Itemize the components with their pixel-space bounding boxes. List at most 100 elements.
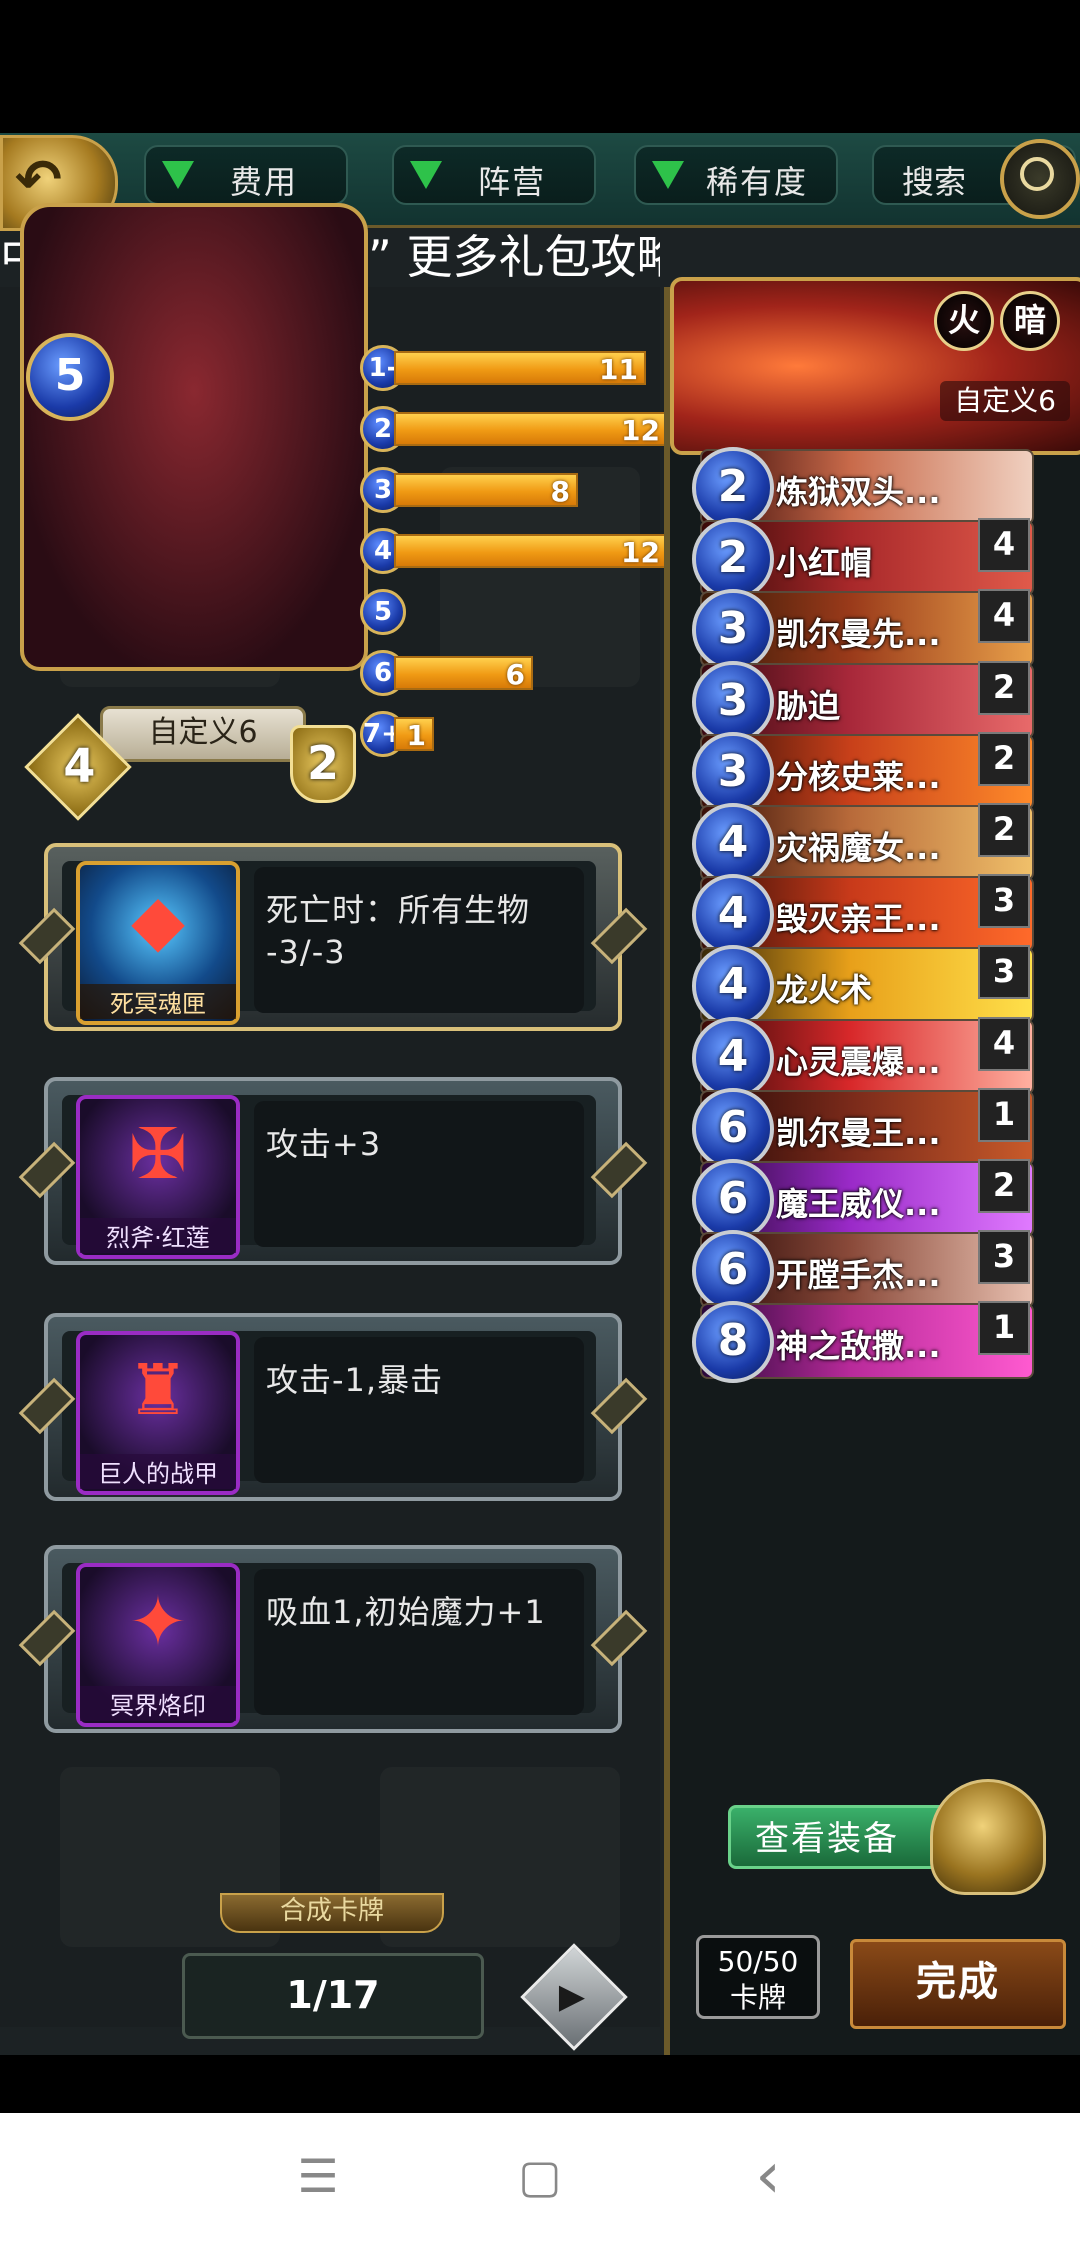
curve-count: 1: [406, 719, 426, 752]
curve-row: 5: [360, 589, 640, 635]
hero-attack-value: 4: [63, 738, 96, 793]
card-mana-cost: 4: [692, 1017, 774, 1099]
curve-row: 7+ 1: [360, 711, 640, 757]
equipment-description: 攻击-1,暴击: [254, 1337, 584, 1483]
equipment-icon: ✠ 烈斧·红莲: [76, 1095, 240, 1259]
card-mana-cost: 3: [692, 661, 774, 743]
equipment-slot[interactable]: ◆ 死冥魂匣 死亡时：所有生物 -3/-3: [18, 843, 648, 1031]
back-nav-icon[interactable]: ‹: [728, 2141, 808, 2211]
curve-count: 11: [599, 353, 638, 386]
deck-card[interactable]: 2 小红帽 4: [692, 518, 1034, 600]
done-button[interactable]: 完成: [850, 1939, 1066, 2029]
card-name: 魔王威仪...: [776, 1185, 941, 1223]
equipment-name: 巨人的战甲: [80, 1454, 236, 1489]
card-copy-count: 2: [978, 661, 1030, 715]
equipment-glyph: ◆: [131, 879, 185, 961]
equipment-slot[interactable]: ✦ 冥界烙印 吸血1,初始魔力+1: [18, 1545, 648, 1733]
filter-rarity-button[interactable]: 稀有度: [634, 145, 838, 205]
curve-row: 2 12: [360, 406, 668, 452]
equipment-name: 死冥魂匣: [80, 984, 236, 1019]
dropdown-triangle-icon: [162, 161, 194, 189]
card-count-label: 卡牌: [729, 1981, 786, 2014]
equipment-glyph: ✠: [128, 1113, 188, 1195]
hero-portrait[interactable]: [20, 203, 368, 671]
magnifier-icon: [1000, 139, 1080, 219]
deck-card[interactable]: 6 魔王威仪... 2: [692, 1159, 1034, 1241]
card-copy-count: 4: [978, 518, 1030, 572]
equipment-description: 死亡时：所有生物 -3/-3: [254, 867, 584, 1013]
card-mana-cost: 6: [692, 1159, 774, 1241]
card-name: 开膛手杰...: [776, 1256, 941, 1294]
equipment-slot[interactable]: ♜ 巨人的战甲 攻击-1,暴击: [18, 1313, 648, 1501]
menu-icon[interactable]: ☰: [278, 2141, 358, 2211]
card-mana-cost: 6: [692, 1088, 774, 1170]
card-copy-count: 4: [978, 589, 1030, 643]
card-name: 龙火术: [776, 971, 873, 1009]
filter-cost-label: 费用: [230, 163, 299, 201]
card-name: 心灵震爆...: [776, 1043, 941, 1081]
page-indicator: 1/17: [182, 1953, 484, 2039]
deck-card[interactable]: 8 神之敌撒... 1: [692, 1301, 1034, 1383]
deck-hero-banner: 火 暗: [670, 277, 1080, 455]
curve-bar: 8: [394, 473, 578, 508]
curve-bar: 11: [394, 351, 646, 386]
filter-faction-button[interactable]: 阵营: [392, 145, 596, 205]
hero-health-gem: 2: [290, 725, 356, 803]
card-name: 凯尔曼王...: [776, 1114, 941, 1152]
deck-card[interactable]: 4 灾祸魔女... 2: [692, 803, 1034, 885]
curve-bar: 12: [394, 412, 668, 447]
element-fire-icon: 火: [934, 291, 994, 351]
card-name: 毁灭亲王...: [776, 900, 941, 938]
filter-cost-button[interactable]: 费用: [144, 145, 348, 205]
deck-card[interactable]: 6 开膛手杰... 3: [692, 1230, 1034, 1312]
status-area: [0, 0, 1080, 133]
deck-card[interactable]: 3 凯尔曼先... 4: [692, 589, 1034, 671]
search-button[interactable]: 搜索: [872, 139, 1080, 219]
card-mana-cost: 2: [692, 447, 774, 529]
deck-hero-name: 自定义6: [940, 381, 1070, 421]
dropdown-triangle-icon: [410, 161, 442, 189]
equipment-name: 冥界烙印: [80, 1686, 236, 1721]
card-name: 凯尔曼先...: [776, 615, 941, 653]
curve-count: 12: [621, 536, 660, 569]
hero-name-plate: 自定义6: [100, 706, 306, 762]
equipment-name: 烈斧·红莲: [80, 1218, 236, 1253]
card-name: 胁迫: [776, 687, 841, 725]
curve-bar: 6: [394, 656, 533, 691]
card-copy-count: 1: [978, 1088, 1030, 1142]
deck-editor: ↶ 费用 阵营 稀有度 搜索 中国加油武汉加油” 更多礼包攻略请关注公众 5 自…: [0, 133, 1080, 2055]
curve-cost-icon: 5: [360, 589, 406, 635]
card-mana-cost: 4: [692, 945, 774, 1027]
deck-card[interactable]: 2 炼狱双头...: [692, 447, 1034, 529]
curve-bar: 12: [394, 534, 668, 569]
card-copy-count: 2: [978, 1159, 1030, 1213]
hero-mana-gem: 5: [26, 333, 114, 421]
compose-cards-tab[interactable]: 合成卡牌: [220, 1893, 444, 1933]
element-dark-icon: 暗: [1000, 291, 1060, 351]
card-mana-cost: 6: [692, 1230, 774, 1312]
next-arrow-icon: ▶: [558, 1976, 586, 2017]
deck-card-count: 50/50 卡牌: [696, 1935, 820, 2019]
deck-card[interactable]: 3 分核史莱... 2: [692, 732, 1034, 814]
deck-card[interactable]: 4 毁灭亲王... 3: [692, 874, 1034, 956]
curve-count: 8: [550, 475, 570, 508]
equipment-icon: ♜ 巨人的战甲: [76, 1331, 240, 1495]
deck-card[interactable]: 4 龙火术 3: [692, 945, 1034, 1027]
home-icon[interactable]: ▢: [500, 2141, 580, 2211]
deck-card[interactable]: 4 心灵震爆... 4: [692, 1017, 1034, 1099]
equipment-icon: ✦ 冥界烙印: [76, 1563, 240, 1727]
curve-row: 4 12: [360, 528, 668, 574]
search-label: 搜索: [902, 163, 967, 201]
card-mana-cost: 4: [692, 874, 774, 956]
card-copy-count: 3: [978, 1230, 1030, 1284]
hero-health-value: 2: [306, 736, 339, 790]
system-navigation-bar: ☰ ▢ ‹: [0, 2113, 1080, 2244]
equipment-icon: ◆ 死冥魂匣: [76, 861, 240, 1025]
equipment-slot[interactable]: ✠ 烈斧·红莲 攻击+3: [18, 1077, 648, 1265]
deck-card[interactable]: 6 凯尔曼王... 1: [692, 1088, 1034, 1170]
card-name: 灾祸魔女...: [776, 829, 941, 867]
deck-card[interactable]: 3 胁迫 2: [692, 661, 1034, 743]
card-name: 神之敌撒...: [776, 1327, 941, 1365]
card-name: 炼狱双头...: [776, 473, 941, 511]
filter-rarity-label: 稀有度: [706, 163, 809, 201]
